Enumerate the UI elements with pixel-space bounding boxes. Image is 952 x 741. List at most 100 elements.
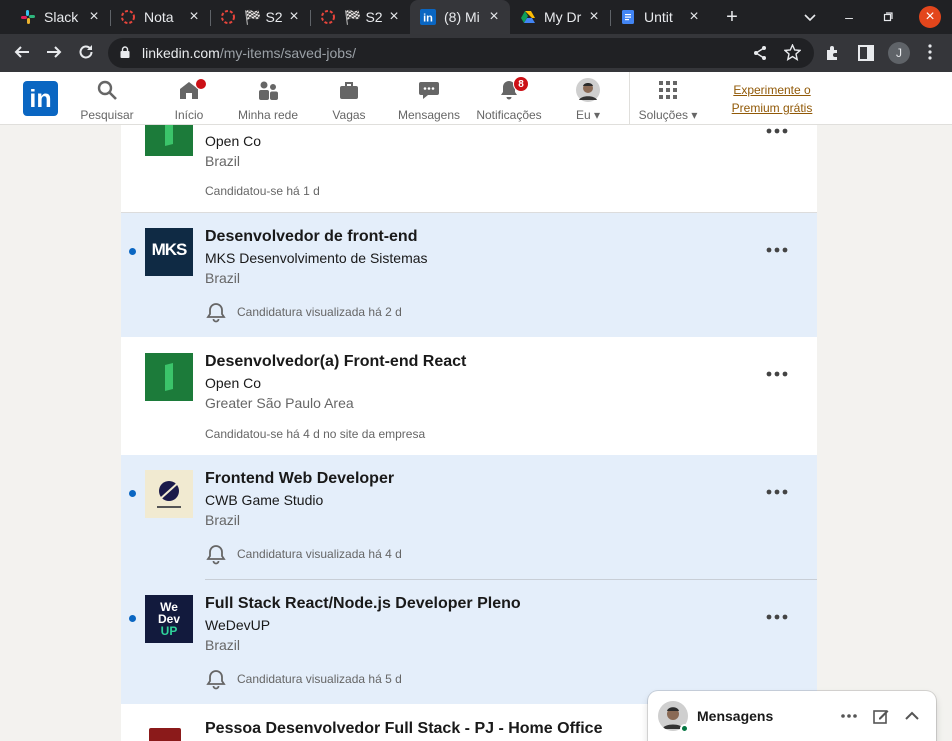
share-icon[interactable] bbox=[752, 45, 768, 61]
job-location: Brazil bbox=[205, 270, 241, 286]
reload-button[interactable] bbox=[76, 43, 96, 63]
browser-menu-button[interactable] bbox=[926, 44, 934, 62]
close-icon[interactable]: × bbox=[686, 9, 702, 25]
url-host: linkedin.com bbox=[142, 45, 220, 61]
close-icon[interactable]: × bbox=[586, 9, 602, 25]
more-options-icon[interactable] bbox=[765, 246, 789, 254]
job-location: Greater São Paulo Area bbox=[205, 395, 354, 411]
chevron-down-icon bbox=[804, 14, 816, 22]
browser-tab-slack[interactable]: Slack × bbox=[10, 0, 110, 34]
tab-title: Slack bbox=[44, 9, 79, 25]
close-window-button[interactable]: × bbox=[911, 0, 949, 34]
more-options-icon[interactable] bbox=[840, 707, 858, 725]
reload-icon bbox=[79, 45, 93, 59]
profile-avatar[interactable]: J bbox=[888, 42, 910, 64]
close-icon[interactable]: × bbox=[286, 9, 302, 25]
restore-button[interactable] bbox=[870, 0, 906, 34]
nav-label: Vagas bbox=[332, 108, 366, 122]
close-icon[interactable]: × bbox=[186, 9, 202, 25]
nav-label: Pesquisar bbox=[80, 108, 134, 122]
browser-tab-s2-2[interactable]: 🏁 S2 × bbox=[310, 0, 410, 34]
tab-search-button[interactable] bbox=[792, 0, 828, 34]
job-location: Brazil bbox=[205, 512, 241, 528]
job-company: CWB Game Studio bbox=[205, 492, 324, 508]
premium-link[interactable]: Experimente o Premium grátis bbox=[722, 81, 822, 117]
company-logo-open-co bbox=[145, 353, 193, 401]
tab-title: My Dr bbox=[544, 9, 582, 25]
wedevup-logo-line: UP bbox=[160, 624, 178, 638]
close-icon: × bbox=[919, 6, 941, 28]
linkedin-nav: in Pesquisar Início Minha rede Vagas Men… bbox=[0, 72, 952, 125]
company-logo-wedevup: We Dev UP bbox=[145, 595, 193, 643]
chevron-up-icon[interactable] bbox=[903, 707, 921, 725]
google-drive-icon bbox=[521, 11, 535, 23]
messaging-overlay[interactable]: Mensagens bbox=[648, 691, 936, 741]
browser-tab-docs[interactable]: Untit × bbox=[610, 0, 710, 34]
more-options-icon[interactable] bbox=[765, 127, 789, 135]
job-company: WeDevUP bbox=[205, 617, 271, 633]
linkedin-logo[interactable]: in bbox=[23, 81, 58, 116]
browser-tab-s2[interactable]: 🏁 S2 × bbox=[210, 0, 310, 34]
arrow-right-icon bbox=[47, 46, 62, 58]
job-company: Open Co bbox=[205, 375, 262, 391]
tab-title: Nota bbox=[144, 9, 174, 25]
close-icon[interactable]: × bbox=[386, 9, 402, 25]
chat-icon bbox=[419, 82, 439, 99]
notification-dot bbox=[195, 78, 207, 90]
job-title[interactable]: Frontend Web Developer bbox=[205, 470, 394, 488]
job-location: Brazil bbox=[205, 153, 241, 169]
compose-icon[interactable] bbox=[872, 707, 890, 725]
job-title[interactable]: Desenvolvedor de front-end bbox=[205, 228, 417, 246]
nav-label: Mensagens bbox=[397, 108, 461, 122]
side-panel-icon[interactable] bbox=[857, 44, 875, 62]
google-docs-icon bbox=[622, 10, 634, 24]
minimize-button[interactable]: – bbox=[831, 0, 867, 34]
nav-messaging[interactable]: Mensagens bbox=[389, 78, 469, 122]
browser-tab-linkedin[interactable]: in (8) Mi × bbox=[410, 0, 510, 34]
extensions-icon[interactable] bbox=[824, 44, 842, 62]
nav-label: Eu ▾ bbox=[575, 108, 601, 122]
nav-label: Minha rede bbox=[237, 108, 299, 122]
unread-dot bbox=[129, 248, 136, 255]
job-title[interactable]: Pessoa Desenvolvedor Full Stack - PJ - H… bbox=[205, 720, 602, 738]
nav-notifications[interactable]: 8 Notificações bbox=[469, 76, 549, 122]
job-card[interactable]: Open Co Brazil Candidatou-se há 1 d bbox=[121, 125, 817, 213]
more-options-icon[interactable] bbox=[765, 370, 789, 378]
job-status: Candidatura visualizada há 4 d bbox=[237, 547, 402, 561]
tab-title: S2 bbox=[365, 9, 383, 25]
new-tab-button[interactable]: + bbox=[714, 0, 750, 34]
notification-count-badge: 8 bbox=[513, 76, 529, 92]
more-options-icon[interactable] bbox=[765, 488, 789, 496]
checkered-flag-icon: 🏁 bbox=[344, 8, 362, 25]
nav-me[interactable]: Eu ▾ bbox=[548, 78, 628, 122]
nav-network[interactable]: Minha rede bbox=[228, 78, 308, 122]
more-options-icon[interactable] bbox=[765, 613, 789, 621]
forward-button[interactable] bbox=[44, 43, 64, 63]
nav-home[interactable]: Início bbox=[149, 78, 229, 122]
job-title[interactable]: Desenvolvedor(a) Front-end React bbox=[205, 353, 466, 371]
browser-tab-nota[interactable]: Nota × bbox=[110, 0, 210, 34]
job-card[interactable]: MKS Desenvolvedor de front-end MKS Desen… bbox=[121, 213, 817, 337]
back-button[interactable] bbox=[12, 43, 32, 63]
mks-logo-text: MKS bbox=[151, 240, 188, 259]
job-card[interactable]: Desenvolvedor(a) Front-end React Open Co… bbox=[121, 337, 817, 455]
browser-tab-drive[interactable]: My Dr × bbox=[510, 0, 610, 34]
job-status: Candidatou-se há 1 d bbox=[205, 184, 320, 198]
address-bar[interactable]: linkedin.com/my-items/saved-jobs/ bbox=[108, 38, 814, 68]
nav-solutions[interactable]: Soluções ▾ bbox=[628, 78, 708, 122]
svg-text:in: in bbox=[423, 13, 433, 25]
close-icon[interactable]: × bbox=[486, 9, 502, 25]
search-icon bbox=[97, 80, 117, 100]
job-title[interactable]: Full Stack React/Node.js Developer Pleno bbox=[205, 595, 521, 613]
star-icon[interactable] bbox=[784, 44, 801, 61]
premium-line: Experimente o bbox=[733, 83, 811, 97]
close-icon[interactable]: × bbox=[86, 9, 102, 25]
job-company: Open Co bbox=[205, 133, 262, 149]
premium-line: Premium grátis bbox=[731, 101, 813, 115]
job-card[interactable]: We Dev UP Full Stack React/Node.js Devel… bbox=[121, 580, 817, 704]
nav-search[interactable]: Pesquisar bbox=[67, 78, 147, 122]
job-card[interactable]: Frontend Web Developer CWB Game Studio B… bbox=[121, 455, 817, 580]
nav-jobs[interactable]: Vagas bbox=[309, 78, 389, 122]
page-viewport: Open Co Brazil Candidatou-se há 1 d MKS … bbox=[0, 125, 937, 741]
company-logo-open-co bbox=[145, 125, 193, 156]
